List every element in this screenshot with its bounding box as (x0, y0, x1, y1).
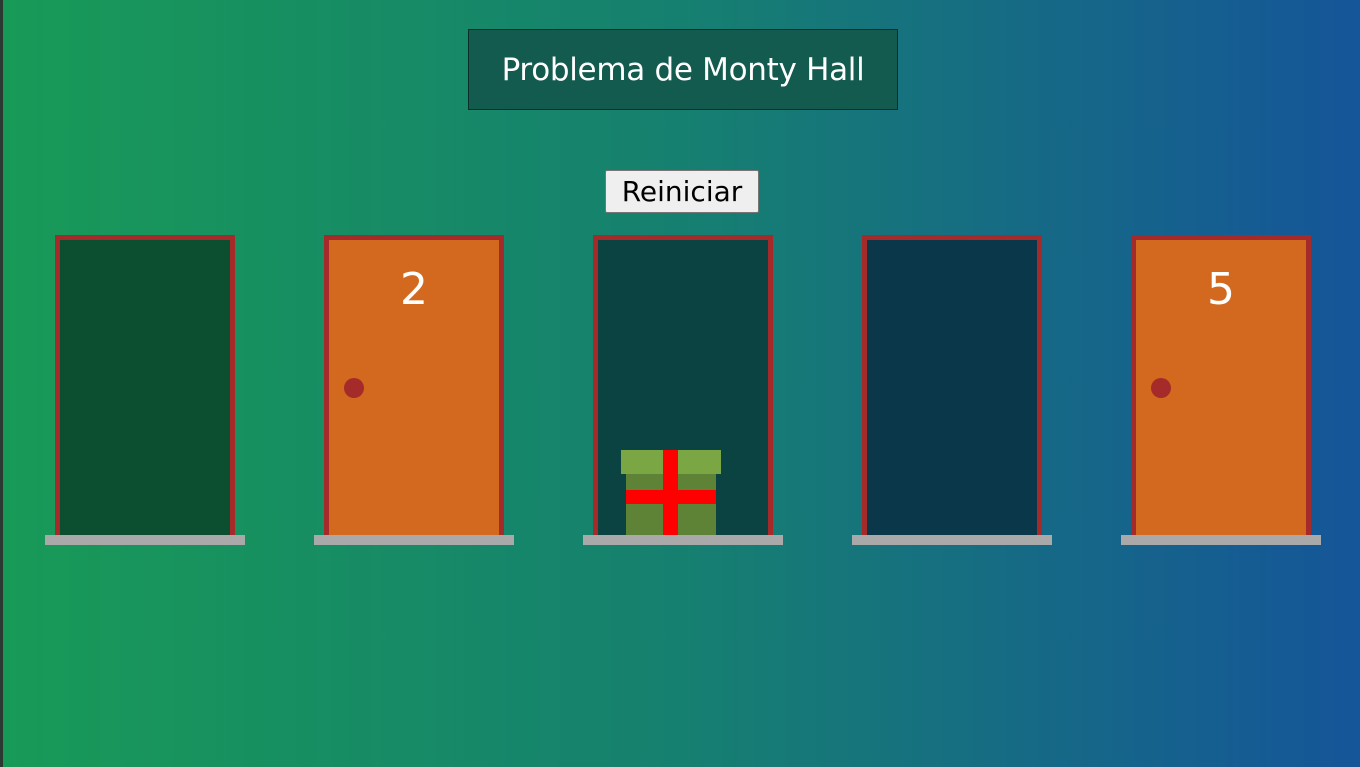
door-4-open[interactable] (862, 235, 1042, 535)
door-slot-2: 2 (314, 235, 514, 546)
door-1-open[interactable] (55, 235, 235, 535)
door-sill (852, 535, 1052, 545)
reset-button[interactable]: Reiniciar (605, 170, 759, 213)
door-slot-3 (583, 235, 783, 546)
window-edge (0, 0, 3, 767)
door-knob-icon (344, 378, 364, 398)
door-slot-4 (852, 235, 1052, 546)
door-sill (1121, 535, 1321, 545)
door-sill (583, 535, 783, 545)
door-sill (314, 535, 514, 545)
door-knob-icon (1151, 378, 1171, 398)
gift-icon (621, 450, 721, 535)
page-title: Problema de Monty Hall (468, 29, 898, 110)
gift-ribbon-horizontal (626, 490, 716, 504)
door-slot-1 (45, 235, 245, 546)
door-slot-5: 5 (1121, 235, 1321, 546)
door-sill (45, 535, 245, 545)
door-5-closed[interactable]: 5 (1131, 235, 1311, 535)
door-number: 5 (1207, 264, 1235, 315)
door-2-closed[interactable]: 2 (324, 235, 504, 535)
door-number: 2 (400, 264, 428, 315)
page-title-text: Problema de Monty Hall (501, 51, 865, 88)
